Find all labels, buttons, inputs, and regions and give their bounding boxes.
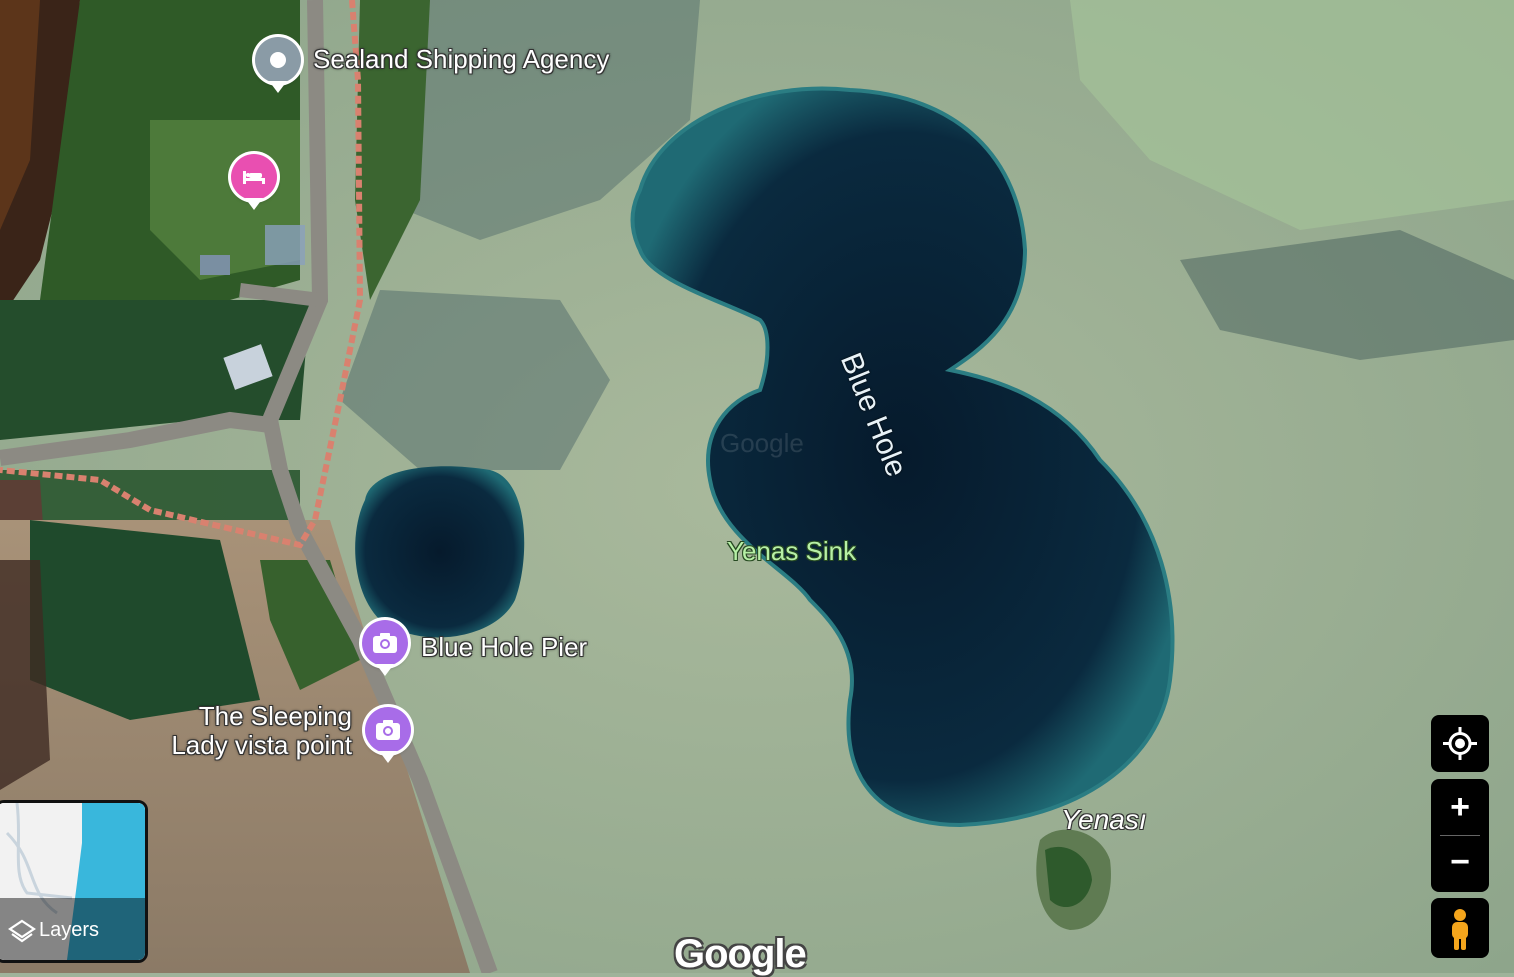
- place-pin[interactable]: [255, 37, 301, 83]
- feature-label-yenas-sink[interactable]: Yenas Sink: [727, 536, 856, 567]
- photo-pin-pier[interactable]: [362, 620, 408, 666]
- zoom-control: + −: [1431, 779, 1489, 892]
- layers-icon: [8, 919, 36, 943]
- google-watermark: Google: [674, 932, 807, 976]
- pegman-icon: [1452, 909, 1468, 950]
- camera-icon: [376, 720, 400, 740]
- bed-icon: [243, 171, 265, 184]
- faint-watermark: Google: [720, 428, 804, 458]
- hotel-pin[interactable]: [231, 154, 277, 200]
- satellite-map[interactable]: [0, 0, 1514, 973]
- zoom-in-button[interactable]: +: [1431, 779, 1489, 835]
- my-location-icon: [1443, 727, 1477, 760]
- place-label-pier[interactable]: Blue Hole Pier: [421, 632, 587, 663]
- place-label-vista[interactable]: The Sleeping Lady vista point: [150, 702, 352, 760]
- street-view-pegman-button[interactable]: [1431, 898, 1489, 958]
- layers-button[interactable]: Layers: [0, 800, 148, 963]
- place-label-sealand[interactable]: Sealand Shipping Agency: [313, 44, 609, 75]
- layers-label: Layers: [39, 919, 100, 941]
- area-label-yenas[interactable]: Yenası: [1061, 804, 1147, 836]
- zoom-out-button[interactable]: −: [1431, 836, 1489, 892]
- camera-icon: [373, 633, 397, 653]
- place-dot-icon: [270, 52, 286, 68]
- photo-pin-vista[interactable]: [365, 707, 411, 753]
- my-location-button[interactable]: [1431, 715, 1489, 772]
- vista-line-2: Lady vista point: [171, 730, 352, 760]
- vista-line-1: The Sleeping: [198, 701, 352, 731]
